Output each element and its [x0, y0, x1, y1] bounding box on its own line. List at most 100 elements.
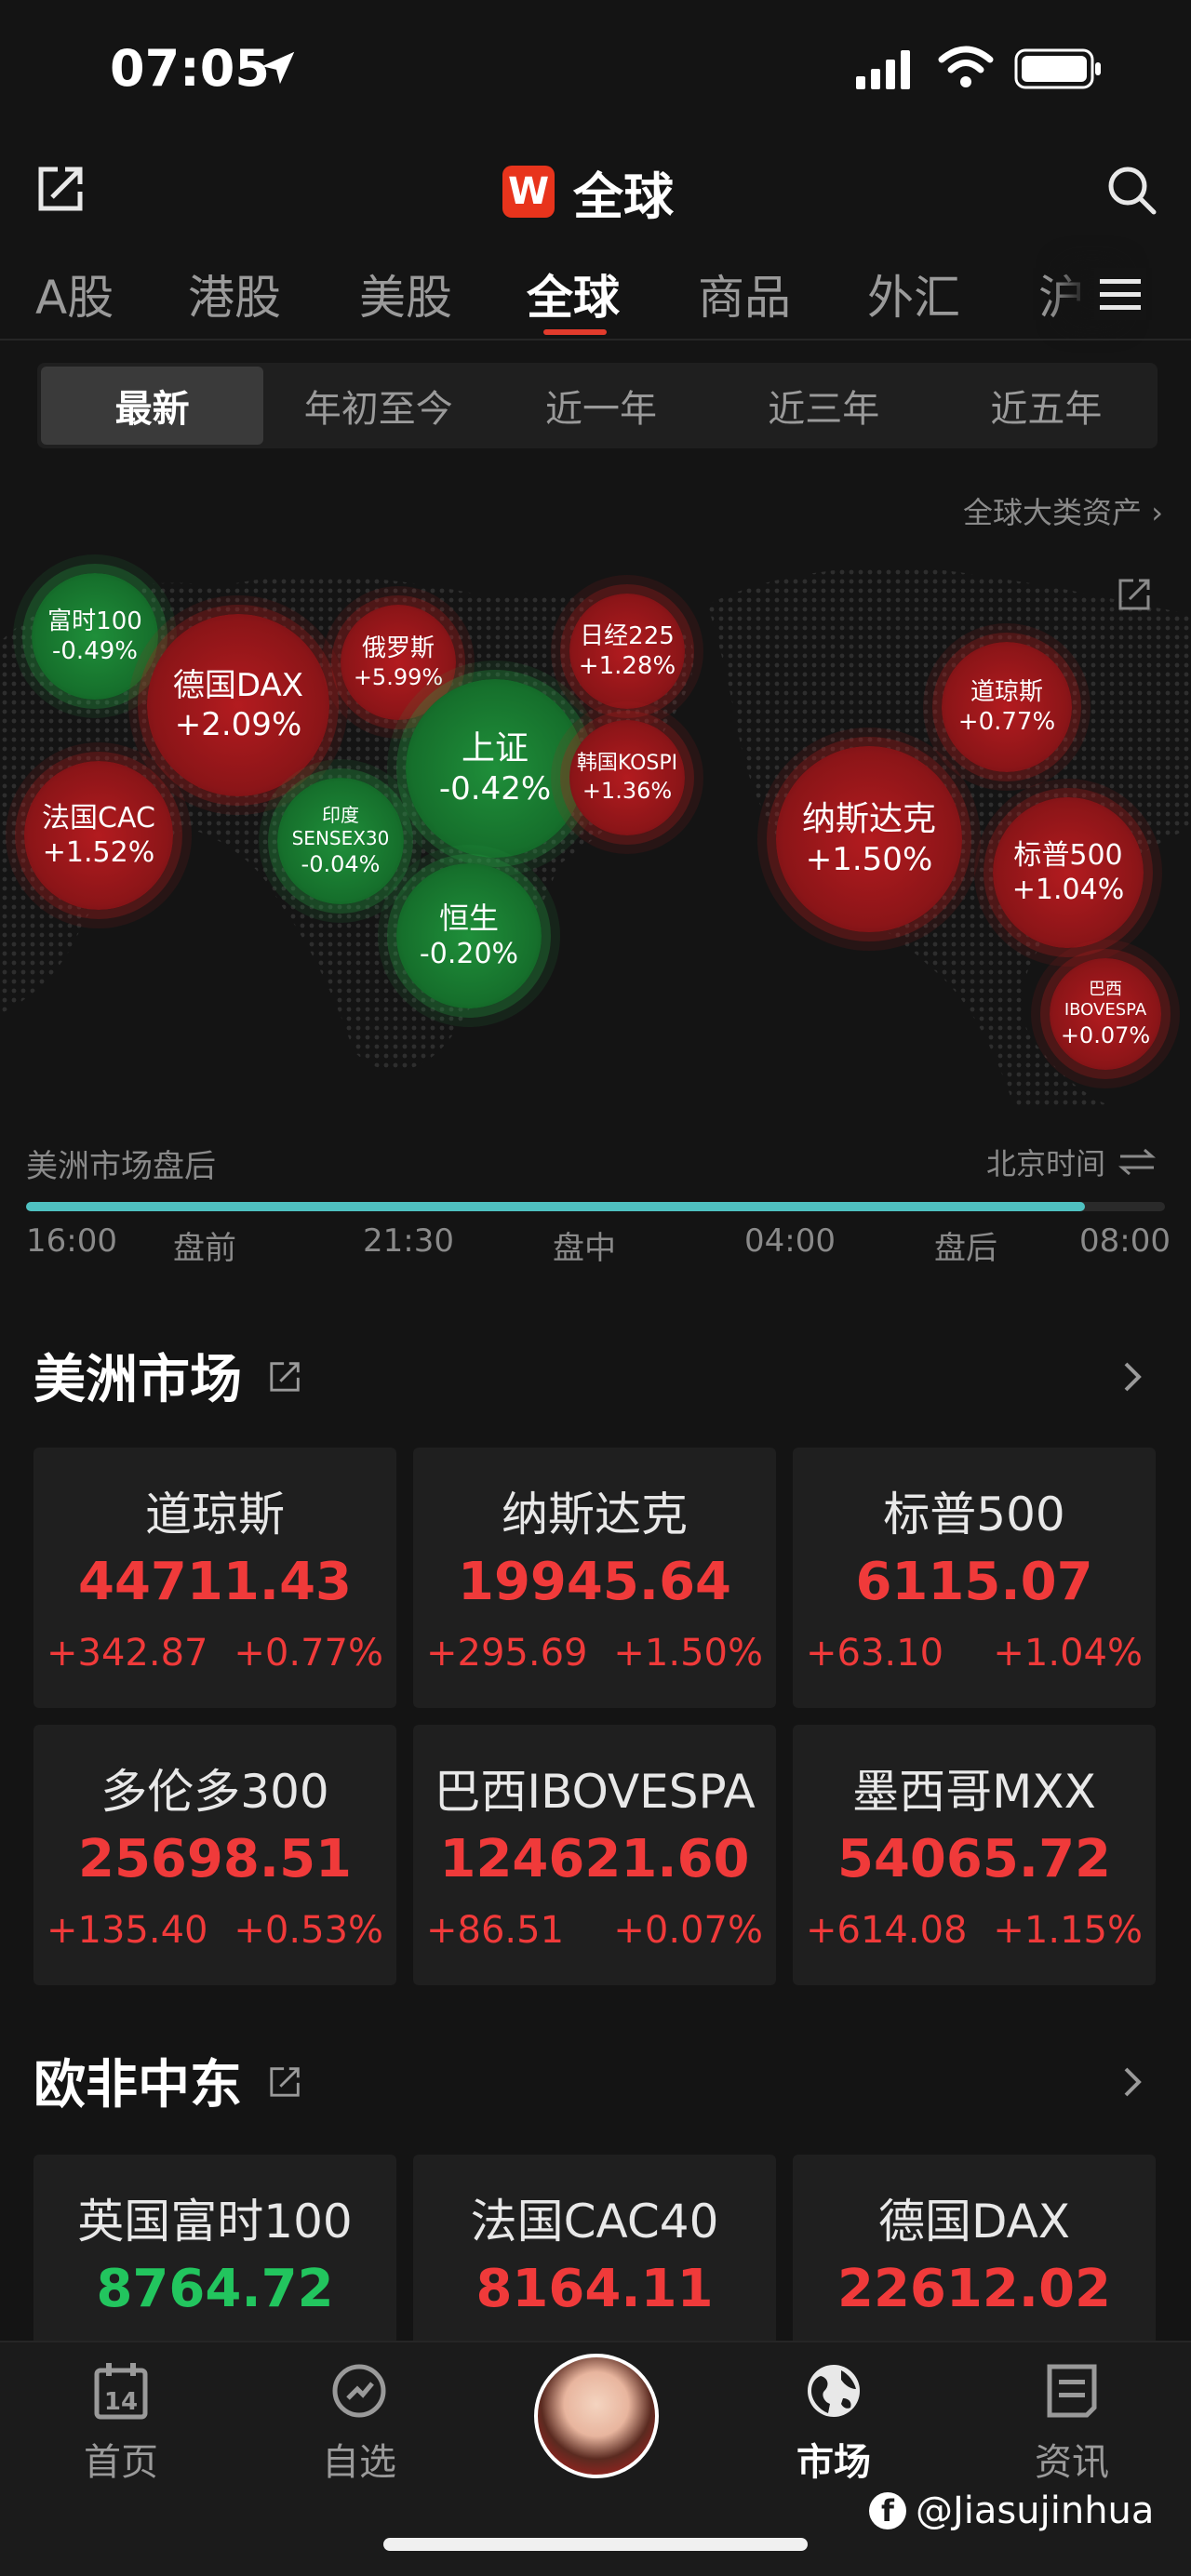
timezone-label: 北京时间 — [985, 1146, 1105, 1181]
search-icon[interactable] — [1104, 162, 1159, 218]
map-bubble[interactable]: 上证 -0.42% — [406, 679, 584, 858]
map-bubble-name: 标普500 — [1013, 838, 1123, 872]
map-bubble-change: +0.07% — [1060, 1021, 1151, 1048]
home-indicator — [383, 2538, 808, 2551]
watermark: f @Jiasujinhua — [869, 2489, 1154, 2532]
map-bubble[interactable]: 纳斯达克 +1.50% — [776, 746, 962, 932]
index-card[interactable]: 墨西哥MXX 54065.72 +614.08 +1.15% — [793, 1725, 1156, 1985]
index-change-pct: +0.77% — [234, 1632, 383, 1675]
tab-global[interactable]: 全球 — [527, 260, 620, 327]
emea-share-icon[interactable] — [268, 2063, 303, 2099]
index-card[interactable]: 巴西IBOVESPA 124621.60 +86.51 +0.07% — [413, 1725, 776, 1985]
timeline-tick: 盘中 — [553, 1230, 616, 1267]
nav-watchlist[interactable]: 自选 — [285, 2361, 434, 2486]
index-card[interactable]: 道琼斯 44711.43 +342.87 +0.77% — [33, 1448, 396, 1708]
nav-home[interactable]: 14 首页 — [47, 2361, 195, 2486]
signal-icon — [856, 50, 910, 89]
menu-icon[interactable] — [1094, 268, 1146, 320]
map-bubble-name: 法国CAC — [42, 801, 155, 834]
index-change: +614.08 — [806, 1909, 968, 1952]
index-name: 纳斯达克 — [502, 1488, 688, 1542]
index-change-pct: +1.15% — [993, 1909, 1143, 1952]
index-change: +135.40 — [47, 1909, 208, 1952]
map-bubble[interactable]: 日经225 +1.28% — [569, 594, 685, 709]
wifi-icon — [938, 46, 994, 87]
index-name: 道琼斯 — [145, 1488, 285, 1542]
status-time: 07:05 — [110, 39, 270, 98]
emea-chevron-right-icon[interactable] — [1118, 2063, 1146, 2101]
index-change-pct: +1.50% — [613, 1632, 763, 1675]
tab-commodities[interactable]: 商品 — [698, 260, 791, 327]
timeline-tick: 04:00 — [744, 1222, 836, 1260]
timeline-tick: 21:30 — [363, 1222, 454, 1260]
global-assets-link[interactable]: 全球大类资产 › — [963, 489, 1163, 532]
map-bubble-name: 德国DAX — [172, 666, 304, 704]
tab-forex[interactable]: 外汇 — [867, 260, 960, 327]
period-5y[interactable]: 近五年 — [935, 363, 1158, 448]
map-bubble[interactable]: 标普500 +1.04% — [993, 797, 1144, 948]
americas-section-header[interactable]: 美洲市场 — [33, 1338, 303, 1413]
active-tab-indicator — [543, 329, 607, 335]
americas-chevron-right-icon[interactable] — [1118, 1358, 1146, 1395]
map-bubble-name: 道琼斯 — [970, 677, 1043, 706]
map-bubble-name: 巴西IBOVESPA — [1064, 979, 1147, 1021]
period-3y[interactable]: 近三年 — [713, 363, 935, 448]
header-title-group: W 全球 — [502, 164, 674, 226]
index-card[interactable]: 多伦多300 25698.51 +135.40 +0.53% — [33, 1725, 396, 1985]
americas-share-icon[interactable] — [268, 1358, 303, 1394]
tab-hk[interactable]: 港股 — [188, 260, 281, 327]
map-bubble[interactable]: 富时100 -0.49% — [32, 573, 158, 700]
swap-icon — [1118, 1148, 1156, 1176]
map-bubble-change: -0.04% — [301, 851, 381, 877]
map-bubble-name: 印度SENSEX30 — [291, 804, 390, 849]
map-bubble-change: +1.04% — [1011, 874, 1125, 906]
index-price: 8764.72 — [96, 2259, 334, 2319]
map-bubble[interactable]: 印度SENSEX30 -0.04% — [277, 778, 404, 904]
map-bubble-change: +1.50% — [805, 841, 933, 879]
period-latest[interactable]: 最新 — [41, 367, 264, 445]
index-name: 法国CAC40 — [470, 2195, 719, 2249]
map-bubble[interactable]: 德国DAX +2.09% — [147, 614, 329, 796]
nav-news[interactable]: 资讯 — [997, 2361, 1146, 2486]
nav-market[interactable]: 市场 — [759, 2361, 908, 2486]
index-name: 墨西哥MXX — [852, 1765, 1096, 1819]
assistant-avatar[interactable] — [534, 2354, 659, 2478]
share-icon[interactable] — [33, 160, 89, 216]
period-ytd[interactable]: 年初至今 — [267, 363, 489, 448]
index-card[interactable]: 标普500 6115.07 +63.10 +1.04% — [793, 1448, 1156, 1708]
index-price: 8164.11 — [475, 2259, 714, 2319]
map-bubble[interactable]: 巴西IBOVESPA +0.07% — [1050, 958, 1161, 1070]
session-status: 美洲市场盘后 — [26, 1148, 216, 1185]
map-bubble-change: +1.52% — [42, 836, 155, 869]
index-card[interactable]: 纳斯达克 19945.64 +295.69 +1.50% — [413, 1448, 776, 1708]
nav-market-label: 市场 — [796, 2441, 871, 2484]
page-title: 全球 — [573, 167, 674, 226]
index-name: 英国富时100 — [77, 2195, 353, 2249]
app-logo: W — [502, 166, 555, 218]
map-bubble-change: +1.28% — [578, 652, 676, 680]
index-change: +295.69 — [426, 1632, 588, 1675]
battery-icon — [1014, 48, 1101, 89]
tab-more[interactable]: 沪 — [1038, 260, 1085, 327]
timezone-toggle[interactable]: 北京时间 — [986, 1141, 1158, 1183]
globe-icon — [808, 2365, 860, 2417]
index-change: +342.87 — [47, 1632, 208, 1675]
index-price: 6115.07 — [855, 1552, 1093, 1612]
map-bubble-change: -0.42% — [438, 770, 552, 808]
map-bubble-change: +2.09% — [174, 706, 302, 743]
index-change-pct: +0.07% — [613, 1909, 763, 1952]
map-share-icon[interactable] — [1117, 575, 1154, 612]
calendar-day: 14 — [104, 2388, 138, 2416]
period-1y[interactable]: 近一年 — [489, 363, 712, 448]
map-bubble[interactable]: 韩国KOSPI +1.36% — [569, 720, 685, 835]
tab-a-shares[interactable]: A股 — [35, 260, 114, 327]
map-bubble[interactable]: 法国CAC +1.52% — [24, 761, 173, 910]
map-bubble[interactable]: 恒生 -0.20% — [396, 863, 542, 1008]
emea-title: 欧非中东 — [33, 2055, 242, 2116]
map-bubble[interactable]: 道琼斯 +0.77% — [942, 642, 1072, 772]
tab-us[interactable]: 美股 — [359, 260, 452, 327]
map-bubble-change: -0.20% — [419, 938, 519, 971]
emea-section-header[interactable]: 欧非中东 — [33, 2043, 303, 2118]
index-name: 多伦多300 — [100, 1765, 329, 1819]
session-progress-track — [26, 1202, 1165, 1211]
